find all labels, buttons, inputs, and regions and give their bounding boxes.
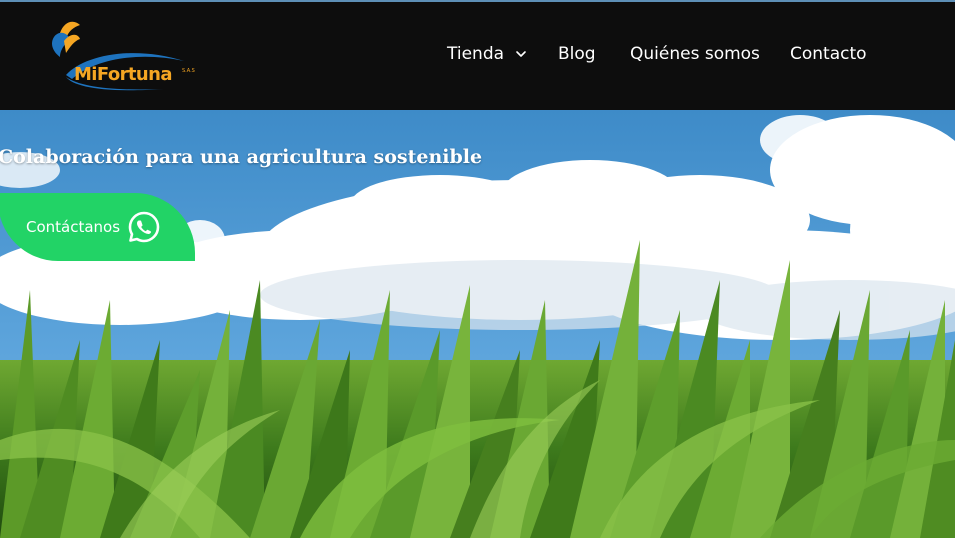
main-nav: Tienda Blog Quiénes somos Contacto — [0, 2, 955, 110]
nav-item-contacto[interactable]: Contacto — [790, 44, 867, 64]
hero-title: Colaboración para una agricultura sosten… — [0, 146, 483, 168]
nav-item-tienda-label: Tienda — [447, 44, 505, 64]
hero-section: Colaboración para una agricultura sosten… — [0, 110, 955, 538]
nav-item-tienda[interactable]: Tienda — [447, 44, 527, 64]
nav-item-quienes-somos[interactable]: Quiénes somos — [630, 44, 760, 64]
hero-background-image — [0, 110, 955, 538]
site-header: MiFortuna S.A.S Tienda Blog Quiénes somo… — [0, 2, 955, 110]
contact-button-label: Contáctanos — [26, 218, 121, 236]
contact-whatsapp-button[interactable]: Contáctanos — [0, 193, 195, 261]
chevron-down-icon[interactable] — [515, 48, 527, 60]
whatsapp-icon — [128, 211, 160, 243]
nav-item-blog[interactable]: Blog — [558, 44, 596, 64]
